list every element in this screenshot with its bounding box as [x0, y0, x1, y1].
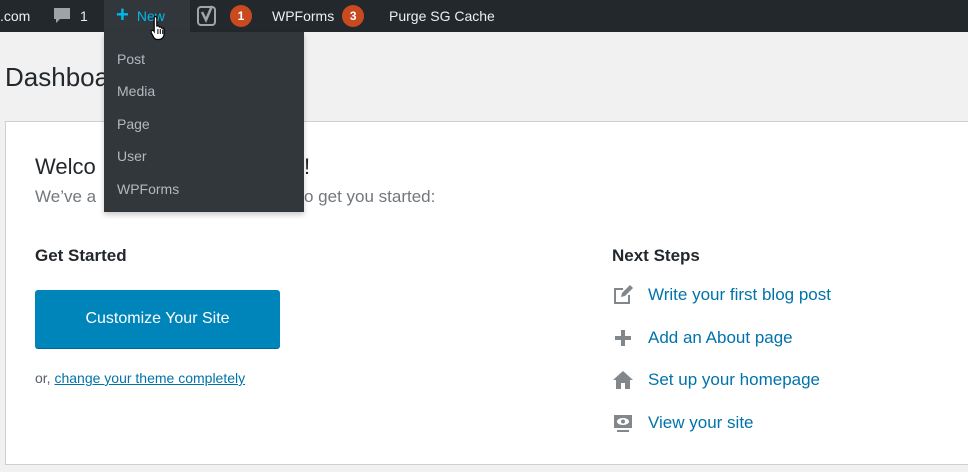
welcome-subtitle-start: We’ve a [35, 187, 97, 206]
yoast-seo-menu[interactable]: 1 [196, 0, 252, 32]
get-started-heading: Get Started [35, 246, 127, 265]
menu-item-user[interactable]: User [117, 144, 147, 168]
change-theme-link[interactable]: change your theme completely [54, 370, 245, 386]
change-theme-line: or, change your theme completely [35, 370, 245, 386]
welcome-title-start: Welco [35, 154, 96, 179]
next-step-homepage[interactable]: Set up your homepage [612, 367, 820, 393]
admin-bar: .com 1 + New 1 WPForms 3 Purge SG Cache [0, 0, 968, 32]
new-content-button[interactable]: + New [104, 0, 190, 32]
yoast-icon [197, 5, 216, 26]
or-text: or, [35, 370, 55, 386]
plus-icon: + [116, 2, 129, 27]
next-step-label: Set up your homepage [648, 370, 821, 389]
edit-icon [614, 285, 633, 304]
purge-cache-label: Purge SG Cache [389, 8, 495, 24]
purge-cache-button[interactable]: Purge SG Cache [389, 0, 495, 32]
wpforms-label: WPForms [272, 8, 335, 24]
welcome-title-end: ! [304, 154, 311, 179]
wpforms-menu[interactable]: WPForms 3 [272, 0, 365, 32]
welcome-title: Welco [35, 154, 96, 180]
next-step-label: View your site [648, 413, 754, 432]
menu-item-wpforms[interactable]: WPForms [117, 177, 179, 201]
menu-item-media[interactable]: Media [117, 79, 155, 103]
comment-icon [54, 8, 70, 23]
hand-cursor-icon [150, 15, 165, 41]
view-icon [614, 415, 632, 432]
welcome-subtitle-end: o get you started: [304, 187, 436, 206]
new-content-dropdown: Post Media Page User WPForms [104, 32, 304, 212]
wpforms-badge: 3 [342, 5, 365, 27]
plus-icon [615, 330, 631, 346]
comments-link[interactable]: 1 [52, 0, 88, 32]
next-step-about-page[interactable]: Add an About page [612, 325, 793, 351]
menu-item-post[interactable]: Post [117, 47, 145, 71]
next-step-label: Write your first blog post [648, 285, 831, 304]
customize-site-button[interactable]: Customize Your Site [35, 290, 280, 348]
next-step-view-site[interactable]: View your site [612, 410, 754, 436]
next-step-label: Add an About page [648, 328, 793, 347]
yoast-badge: 1 [230, 5, 252, 27]
page-title: Dashboa [5, 62, 110, 92]
comments-count: 1 [80, 8, 88, 24]
site-name-link[interactable]: .com [0, 0, 30, 32]
site-name-label: .com [0, 8, 31, 24]
next-step-write-post[interactable]: Write your first blog post [612, 282, 831, 308]
home-icon [613, 371, 633, 389]
menu-item-page[interactable]: Page [117, 112, 150, 136]
next-steps-heading: Next Steps [612, 246, 700, 265]
